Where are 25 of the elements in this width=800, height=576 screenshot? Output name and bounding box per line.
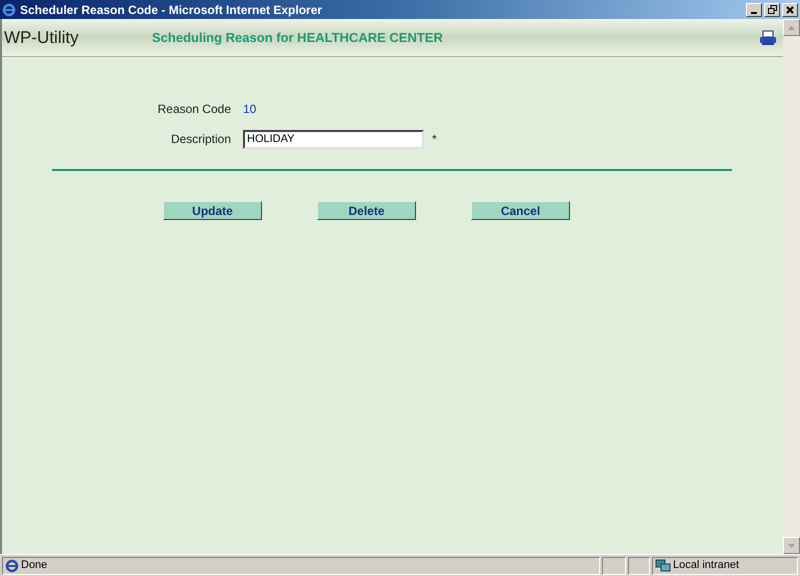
action-button[interactable]: Update <box>163 201 262 220</box>
print-icon[interactable] <box>759 30 777 46</box>
window-title: Scheduler Reason Code - Microsoft Internet Explorer <box>20 2 322 18</box>
close-button[interactable] <box>782 2 798 16</box>
restore-button[interactable] <box>764 2 780 16</box>
minimize-icon <box>751 12 757 14</box>
app-logo: WP-Utility <box>3 26 80 49</box>
field-label: Description <box>170 131 232 148</box>
action-button[interactable]: Delete <box>317 201 416 220</box>
status-text: Done <box>21 558 48 574</box>
required-mark: * <box>432 131 437 148</box>
action-button[interactable]: Cancel <box>471 201 570 220</box>
status-pane <box>628 556 650 574</box>
network-icon <box>655 558 671 572</box>
close-icon <box>786 6 794 14</box>
input-field[interactable]: HOLIDAY <box>243 130 424 148</box>
page-title: Scheduling Reason for HEALTHCARE CENTER <box>152 28 443 47</box>
status-pane <box>602 556 626 574</box>
restore-icon <box>768 5 776 14</box>
browser-icon <box>2 2 16 16</box>
field-label: Reason Code <box>156 101 232 118</box>
browser-icon <box>5 558 19 572</box>
field-value: 10 <box>243 101 256 118</box>
minimize-button[interactable] <box>746 2 762 16</box>
zone-text: Local intranet <box>673 558 740 574</box>
